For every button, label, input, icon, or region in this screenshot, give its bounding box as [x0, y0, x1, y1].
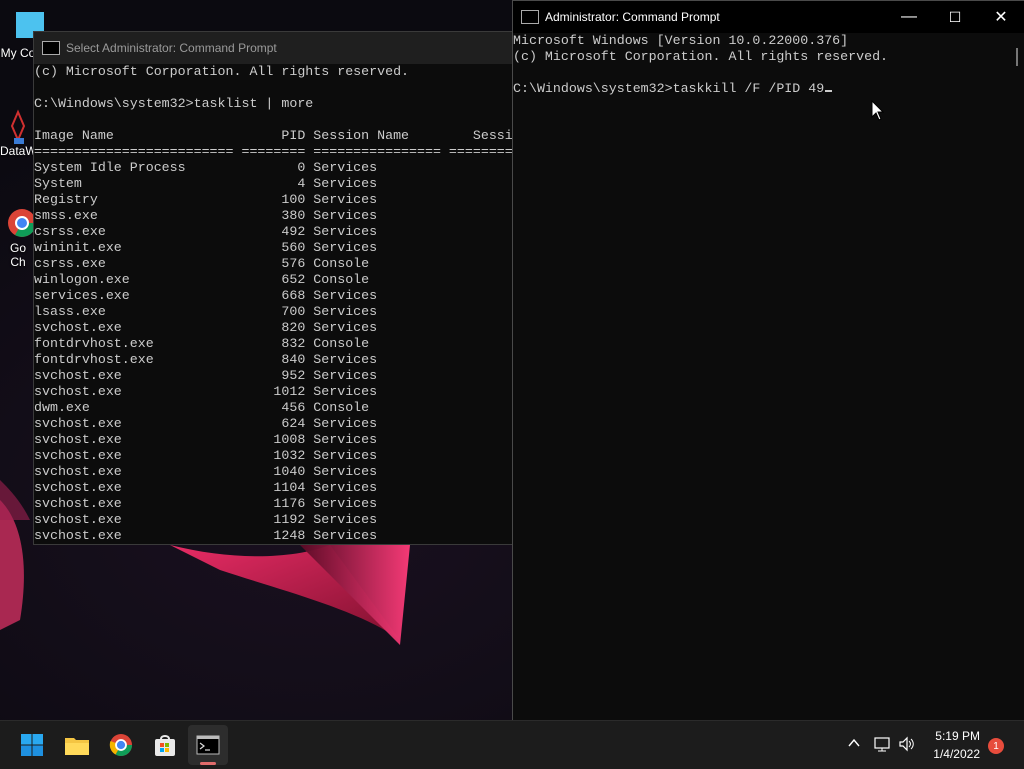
text-cursor: [825, 90, 833, 92]
notification-badge[interactable]: 1: [988, 738, 1004, 754]
console-line: C:\Windows\system32>tasklist | more: [34, 96, 314, 111]
taskbar-chrome[interactable]: [101, 725, 141, 765]
monitor-icon: [0, 10, 58, 46]
desktop-icon-my-computer[interactable]: My Co: [0, 10, 58, 60]
console-line: svchost.exe 624 Services: [34, 416, 378, 431]
chrome-icon: [0, 205, 36, 241]
desktop-icon-datawrapper[interactable]: DataW: [0, 108, 36, 158]
chevron-up-icon[interactable]: [847, 736, 861, 753]
minimize-button[interactable]: —: [886, 1, 932, 33]
volume-icon[interactable]: [898, 735, 916, 756]
desktop-icon-label-line2: Ch: [10, 255, 26, 269]
console-line: lsass.exe 700 Services: [34, 304, 378, 319]
desktop-icon-label: Go: [9, 241, 26, 255]
taskbar-store[interactable]: [145, 725, 185, 765]
console-line: svchost.exe 1040 Services: [34, 464, 378, 479]
console-line: svchost.exe 1248 Services: [34, 528, 378, 543]
command-prompt-icon: [42, 41, 60, 55]
taskbar: 5:19 PM 1/4/2022 1: [0, 720, 1024, 769]
desktop-icon-label: My Co: [0, 46, 36, 60]
console-line: svchost.exe 1192 Services: [34, 512, 378, 527]
console-line: (c) Microsoft Corporation. All rights re…: [513, 49, 889, 64]
taskbar-file-explorer[interactable]: [57, 725, 97, 765]
console-line: services.exe 668 Services: [34, 288, 378, 303]
network-icon[interactable]: [874, 735, 892, 756]
console-line: csrss.exe 492 Services: [34, 224, 378, 239]
close-button[interactable]: ✕: [978, 1, 1024, 33]
console-line: Registry 100 Services: [34, 192, 378, 207]
clock-time: 5:19 PM: [935, 729, 980, 743]
file-explorer-icon: [65, 738, 89, 755]
command-prompt-window-back[interactable]: Select Administrator: Command Prompt (c)…: [33, 31, 515, 545]
store-icon: [155, 735, 175, 756]
console-line: svchost.exe 1012 Services: [34, 384, 378, 399]
console-line: svchost.exe 1032 Services: [34, 448, 378, 463]
chrome-icon: [109, 734, 132, 756]
command-prompt-icon: [196, 735, 220, 755]
console-line: System Idle Process 0 Services: [34, 160, 378, 175]
scrollbar[interactable]: [1016, 48, 1018, 66]
desktop-icon-label: DataW: [0, 144, 36, 158]
console-line: (c) Microsoft Corporation. All rights re…: [34, 64, 410, 79]
console-line: svchost.exe 1008 Services: [34, 432, 378, 447]
console-line: csrss.exe 576 Console: [34, 256, 370, 271]
console-line: Image Name PID Session Name Sessi: [34, 128, 513, 143]
title-bar[interactable]: Select Administrator: Command Prompt: [34, 32, 514, 64]
start-icon: [21, 734, 43, 756]
window-title: Select Administrator: Command Prompt: [66, 41, 277, 55]
console-line: svchost.exe 820 Services: [34, 320, 378, 335]
datawrapper-icon: [0, 108, 36, 146]
console-line: svchost.exe 1104 Services: [34, 480, 378, 495]
console-output[interactable]: Microsoft Windows [Version 10.0.22000.37…: [513, 33, 1024, 97]
maximize-button[interactable]: ☐: [932, 1, 978, 33]
console-line: C:\Windows\system32>taskkill /F /PID 49: [513, 81, 1024, 97]
start-button[interactable]: [12, 725, 52, 765]
window-title: Administrator: Command Prompt: [545, 10, 720, 24]
console-line: winlogon.exe 652 Console: [34, 272, 370, 287]
console-line: Microsoft Windows [Version 10.0.22000.37…: [513, 33, 849, 48]
clock[interactable]: 5:19 PM 1/4/2022: [933, 727, 980, 763]
console-line: svchost.exe 1176 Services: [34, 496, 378, 511]
console-line: wininit.exe 560 Services: [34, 240, 378, 255]
console-line: System 4 Services: [34, 176, 378, 191]
console-line: dwm.exe 456 Console: [34, 400, 370, 415]
mouse-pointer-icon: [871, 100, 885, 121]
taskbar-command-prompt[interactable]: [188, 725, 228, 765]
console-output[interactable]: (c) Microsoft Corporation. All rights re…: [34, 64, 514, 544]
title-bar[interactable]: Administrator: Command Prompt — ☐ ✕: [513, 1, 1024, 33]
active-indicator: [200, 762, 216, 765]
console-line: fontdrvhost.exe 840 Services: [34, 352, 378, 367]
command-prompt-icon: [521, 10, 539, 24]
clock-date: 1/4/2022: [933, 747, 980, 761]
desktop-icon-chrome[interactable]: Go Ch: [0, 205, 36, 269]
console-line: fontdrvhost.exe 832 Console: [34, 336, 370, 351]
console-line: svchost.exe 952 Services: [34, 368, 378, 383]
console-line: smss.exe 380 Services: [34, 208, 378, 223]
console-line: ========================= ======== =====…: [34, 144, 513, 159]
command-prompt-window-front[interactable]: Administrator: Command Prompt — ☐ ✕ Micr…: [512, 0, 1024, 721]
